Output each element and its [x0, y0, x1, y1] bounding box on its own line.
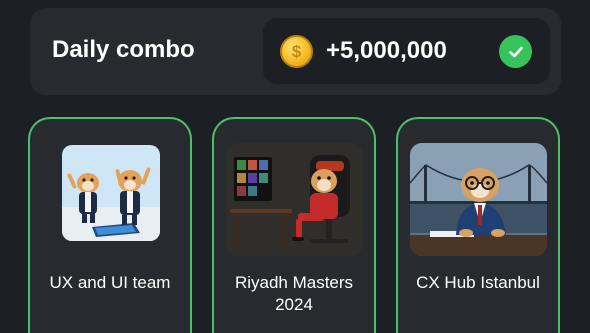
combo-reward-amount: +5,000,000 — [326, 37, 447, 64]
combo-card-label: UX and UI team — [49, 273, 171, 292]
combo-reward-pill: $ +5,000,000 — [263, 18, 550, 84]
combo-card-label: CX Hub Istanbul — [416, 273, 540, 292]
checkmark-icon — [499, 35, 532, 68]
combo-card-cx-hub-istanbul[interactable]: CX Hub Istanbul — [396, 117, 560, 333]
hamster-businessman-bridge-illustration — [410, 143, 547, 256]
coin-icon: $ — [280, 35, 313, 68]
hamsters-dancing-illustration — [62, 145, 160, 241]
hamster-gamer-chair-illustration — [226, 143, 363, 256]
daily-combo-title: Daily combo — [52, 36, 195, 63]
daily-combo-bar: Daily combo $ +5,000,000 — [30, 8, 561, 95]
combo-card-ux-ui-team[interactable]: UX and UI team — [28, 117, 192, 333]
combo-card-label: Riyadh Masters 2024 — [234, 273, 354, 314]
combo-card-riyadh-masters[interactable]: Riyadh Masters 2024 — [212, 117, 376, 333]
